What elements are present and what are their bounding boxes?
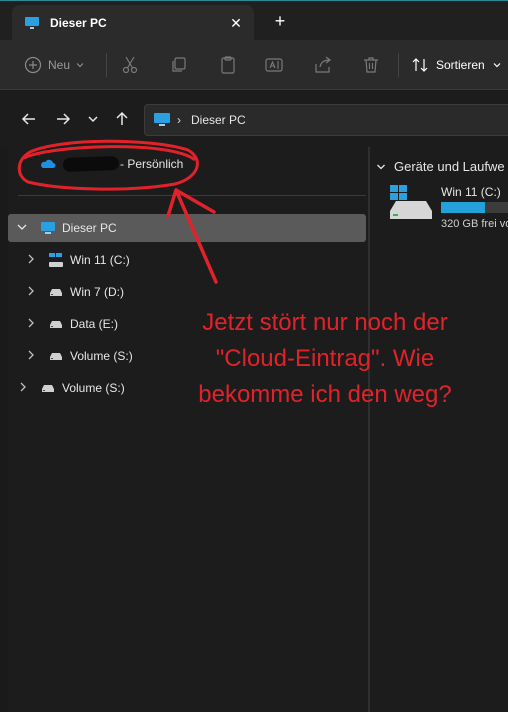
redacted-account-name [62,156,120,172]
new-button-label: Neu [48,58,71,72]
monitor-icon [154,113,170,126]
drive-usage-bar [441,202,508,213]
sidebar-item-label: Volume (S:) [70,349,133,363]
cut-icon[interactable] [120,55,140,75]
close-tab-icon[interactable]: ✕ [226,13,246,33]
back-arrow-icon[interactable] [20,110,38,128]
chevron-down-icon [377,164,385,169]
drive-icon [50,289,62,296]
drive-tile-win11-c[interactable]: Win 11 (C:) 320 GB frei vo [388,183,508,233]
sort-button[interactable]: Sortieren [412,54,501,76]
sidebar-item-label: Volume (S:) [62,381,125,395]
chevron-right-icon[interactable] [25,285,37,297]
address-bar[interactable]: › Dieser PC [144,104,508,136]
group-header-label: Geräte und Laufwe [394,159,505,174]
up-arrow-icon[interactable] [113,110,131,128]
onedrive-label: - Persönlich [120,157,184,171]
windows-drive-icon [49,253,63,267]
sidebar-item-win7-d[interactable]: Win 7 (D:) [8,278,366,306]
plus-circle-icon [24,56,42,74]
drive-icon [42,385,54,392]
sidebar-item-label: Data (E:) [70,317,119,331]
toolbar-divider [106,53,107,77]
navigation-pane: - Persönlich Dieser PC Win 11 (C:) Win 7… [8,147,368,712]
monitor-icon [41,222,55,234]
sidebar-item-dieser-pc[interactable]: Dieser PC [8,214,366,242]
drive-free-space: 320 GB frei vo [441,218,508,230]
chevron-right-icon[interactable] [17,381,29,393]
annotation-line: Jetzt stört nur noch der [202,309,448,336]
delete-icon[interactable] [361,55,381,75]
sidebar-item-label: Dieser PC [62,221,117,235]
sidebar-item-label: Win 7 (D:) [70,285,124,299]
monitor-icon [25,17,39,29]
annotation-line: "Cloud-Eintrag". Wie [215,345,435,372]
recent-locations-chevron-icon[interactable] [84,110,102,128]
drive-usage-fill [441,202,485,213]
sidebar-item-win11-c[interactable]: Win 11 (C:) [8,246,366,274]
address-row: › Dieser PC [0,91,508,147]
onedrive-cloud-icon [41,159,56,168]
chevron-right-icon[interactable] [25,317,37,329]
new-tab-button[interactable]: + [270,11,290,31]
nav-divider [18,195,366,196]
tab-dieser-pc[interactable]: Dieser PC ✕ [12,5,254,41]
drive-name: Win 11 (C:) [441,185,501,199]
windows-drive-icon [390,185,432,219]
paste-icon[interactable] [218,55,238,75]
forward-arrow-icon[interactable] [54,110,72,128]
toolbar-divider [398,53,399,77]
breadcrumb-separator: › [177,113,181,127]
chevron-right-icon[interactable] [25,253,37,265]
tab-bar: Dieser PC ✕ + [0,0,508,41]
rename-icon[interactable] [264,55,284,75]
sort-arrows-icon [412,58,428,72]
sidebar-item-label: Win 11 (C:) [70,253,130,267]
share-icon[interactable] [313,55,333,75]
annotation-text: Jetzt stört nur noch der "Cloud-Eintrag"… [160,305,490,413]
chevron-down-icon [493,63,501,68]
drive-icon [50,353,62,360]
sort-button-label: Sortieren [436,58,485,72]
chevron-right-icon[interactable] [25,349,37,361]
command-toolbar: Neu Sortieren [0,40,508,90]
group-header-devices[interactable]: Geräte und Laufwe [376,159,505,174]
sidebar-item-onedrive[interactable]: - Persönlich [8,150,366,178]
annotation-line: bekomme ich den weg? [198,381,452,408]
copy-icon[interactable] [169,55,189,75]
chevron-down-icon [76,63,84,68]
breadcrumb-dieser-pc[interactable]: Dieser PC [191,113,246,127]
tab-title: Dieser PC [50,16,107,30]
new-button[interactable]: Neu [24,54,84,76]
drive-icon [50,321,62,328]
chevron-down-icon[interactable] [16,221,28,233]
content-pane: Geräte und Laufwe Win 11 (C:) 320 GB fre… [370,147,508,712]
